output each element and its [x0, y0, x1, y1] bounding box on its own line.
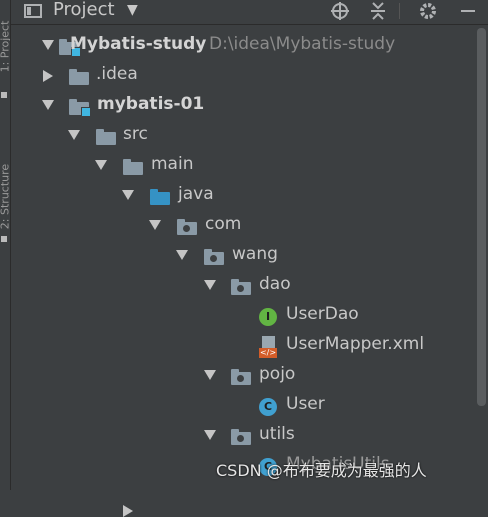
folder-icon [123, 159, 143, 175]
tree-node-label: wang [232, 244, 278, 264]
expand-arrow-icon[interactable] [204, 370, 216, 380]
package-icon [204, 249, 224, 265]
expand-arrow-icon[interactable] [95, 160, 107, 170]
package-icon [231, 429, 251, 445]
tree-node-project-root[interactable]: Mybatis-study D:\idea\Mybatis-study [11, 31, 474, 61]
project-tab-marker [1, 92, 7, 98]
tree-node-pojo[interactable]: pojo [11, 361, 474, 391]
tree-node-label: dao [259, 274, 291, 294]
project-root-label: Mybatis-study [70, 34, 207, 54]
csdn-watermark: CSDN @布布要成为最强的人 [216, 461, 427, 480]
tree-node-wang[interactable]: wang [11, 241, 474, 271]
tree-node-user[interactable]: C User [11, 391, 474, 421]
expand-arrow-icon[interactable] [176, 250, 188, 260]
tree-node-label: com [205, 214, 242, 234]
locate-icon[interactable] [328, 0, 352, 22]
project-view-title[interactable]: Project [53, 0, 115, 20]
project-root-path: D:\idea\Mybatis-study [209, 34, 396, 54]
tree-node-label: UserDao [286, 304, 359, 324]
toolbar-separator [399, 3, 400, 19]
tree-node-label: UserMapper.xml [286, 334, 425, 354]
project-tool-tab[interactable]: 1: Project [0, 0, 10, 90]
tree-node-userdao[interactable]: I UserDao [11, 301, 474, 331]
expand-arrow-icon[interactable] [42, 100, 54, 110]
tree-node-module[interactable]: mybatis-01 [11, 91, 474, 121]
tree-node-label: utils [259, 424, 295, 444]
expand-arrow-icon[interactable] [204, 430, 216, 440]
expand-arrow-icon[interactable] [42, 40, 54, 50]
collapse-icon[interactable] [366, 0, 390, 22]
folder-icon [96, 129, 116, 145]
project-view-icon[interactable] [24, 4, 42, 18]
package-icon [231, 369, 251, 385]
structure-tab-marker [1, 236, 7, 242]
tree-node-dao[interactable]: dao [11, 271, 474, 301]
vertical-scrollbar[interactable] [477, 28, 486, 406]
dropdown-caret-icon[interactable]: ▼ [127, 2, 138, 18]
tree-node-label: .idea [96, 64, 138, 84]
tree-node-label: java [178, 184, 214, 204]
collapsed-arrow-icon[interactable] [43, 70, 53, 82]
structure-tool-tab[interactable]: 2: Structure [0, 150, 10, 240]
project-tree: Mybatis-study D:\idea\Mybatis-study .ide… [11, 25, 474, 517]
expand-arrow-icon[interactable] [68, 130, 80, 140]
tree-node-label: pojo [259, 364, 296, 384]
package-icon [177, 219, 197, 235]
tree-node-main[interactable]: main [11, 151, 474, 181]
tree-node-utils[interactable]: utils [11, 421, 474, 451]
tree-node-usermapper[interactable]: </> UserMapper.xml [11, 331, 474, 361]
expand-arrow-icon[interactable] [122, 190, 134, 200]
xml-file-icon: </> [259, 336, 277, 358]
minimize-icon[interactable] [456, 0, 480, 22]
tree-node-cutoff[interactable] [11, 481, 474, 517]
tree-node-src[interactable]: src [11, 121, 474, 151]
tool-window-strip: 1: Project 2: Structure [0, 0, 11, 490]
tree-node-com[interactable]: com [11, 211, 474, 241]
project-toolbar: Project ▼ [11, 0, 488, 25]
tree-node-java[interactable]: java [11, 181, 474, 211]
interface-icon: I [259, 308, 277, 326]
settings-icon[interactable] [416, 0, 440, 22]
tree-node-label: mybatis-01 [97, 94, 205, 114]
expand-arrow-icon[interactable] [149, 220, 161, 230]
collapsed-arrow-icon[interactable] [123, 505, 133, 517]
tree-node-idea[interactable]: .idea [11, 61, 474, 91]
tree-node-label: main [151, 154, 194, 174]
module-folder-icon [69, 99, 91, 117]
expand-arrow-icon[interactable] [204, 280, 216, 290]
package-icon [231, 279, 251, 295]
source-folder-icon [150, 189, 170, 205]
folder-icon [69, 69, 89, 85]
tree-node-label: src [123, 124, 148, 144]
class-icon: C [259, 398, 277, 416]
tree-node-label: User [286, 394, 325, 414]
